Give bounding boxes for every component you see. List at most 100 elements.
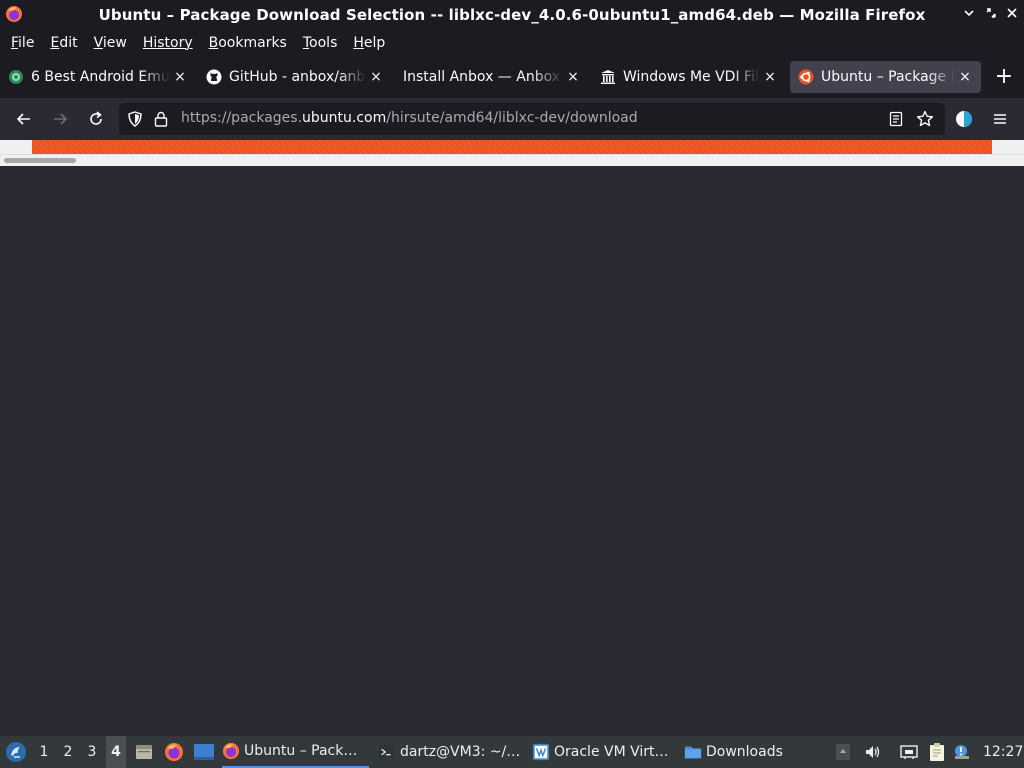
page-content	[0, 140, 1024, 736]
minimize-icon	[964, 10, 974, 17]
file-manager-icon	[136, 745, 152, 759]
speaker-icon	[866, 746, 880, 758]
task-terminal[interactable]: dartz@VM3: ~/…	[378, 736, 523, 768]
clock[interactable]: 12:27	[983, 736, 1023, 768]
reload-button[interactable]	[84, 107, 108, 131]
github-favicon	[206, 69, 222, 85]
start-menu-button[interactable]	[4, 736, 28, 768]
menu-help-mnemonic: H	[353, 35, 364, 51]
maximize-icon	[986, 8, 996, 18]
menu-view[interactable]: View	[86, 32, 135, 54]
tab-install-anbox[interactable]: Install Anbox — Anbox documentation ×	[403, 61, 581, 93]
desktop-icon	[194, 744, 214, 760]
tracking-protection-shield-icon[interactable]	[127, 111, 143, 127]
tab-label: GitHub - anbox/anbox	[229, 69, 366, 85]
lock-icon[interactable]	[154, 111, 168, 127]
new-tab-button[interactable]: +	[993, 64, 1015, 90]
ubuntu-header-strip	[0, 140, 1024, 154]
workspace-4[interactable]: 4	[106, 736, 126, 768]
tab-android-emulators[interactable]: 6 Best Android Emulators ×	[8, 61, 188, 93]
taskbar: 1 2 3 4 Ubuntu – Pack… dartz@VM3: ~/… Or…	[0, 736, 1024, 768]
close-icon	[1007, 8, 1017, 18]
dark-reader-icon	[956, 111, 972, 127]
task-firefox[interactable]: Ubuntu – Pack…	[222, 736, 369, 768]
scrollbar-thumb[interactable]	[4, 158, 76, 163]
hamburger-menu-icon	[994, 114, 1006, 124]
reload-icon	[90, 111, 102, 125]
window-titlebar[interactable]: Ubuntu – Package Download Selection -- l…	[0, 0, 1024, 30]
tab-close-icon[interactable]: ×	[565, 69, 581, 85]
tab-windows-me-vdi[interactable]: Windows Me VDI File ×	[600, 61, 778, 93]
launcher-show-desktop[interactable]	[192, 736, 216, 768]
tab-close-icon[interactable]: ×	[368, 69, 384, 85]
task-downloads-folder[interactable]: Downloads	[684, 736, 804, 768]
forward-arrow-icon	[54, 113, 68, 125]
task-label: Oracle VM Virt…	[554, 744, 669, 760]
network-button[interactable]	[898, 736, 920, 768]
archive-favicon	[601, 70, 615, 84]
task-label: Ubuntu – Pack…	[244, 743, 358, 759]
virtualbox-icon	[532, 743, 550, 761]
updates-button[interactable]	[952, 736, 972, 768]
menu-bookmarks-mnemonic: B	[208, 35, 219, 51]
workspace-2[interactable]: 2	[58, 736, 78, 768]
menu-bookmarks-label: ookmarks	[218, 35, 287, 51]
close-window-button[interactable]	[1005, 6, 1019, 20]
workspace-1[interactable]: 1	[34, 736, 54, 768]
menu-bookmarks[interactable]: Bookmarks	[201, 32, 295, 54]
ubuntu-favicon	[798, 69, 814, 85]
tab-close-icon[interactable]: ×	[957, 69, 973, 85]
url-path: /hirsute/amd64/liblxc-dev/download	[386, 110, 638, 126]
launcher-firefox[interactable]	[163, 736, 185, 768]
tab-github-anbox[interactable]: GitHub - anbox/anbox ×	[206, 61, 384, 93]
forward-button[interactable]	[48, 107, 72, 131]
tab-label: Windows Me VDI File	[623, 69, 760, 85]
menu-help-label: elp	[363, 35, 386, 51]
ubuntu-orange-banner	[32, 140, 992, 154]
maximize-button[interactable]	[984, 6, 998, 20]
android-favicon	[9, 70, 23, 84]
tray-arrow-icon	[836, 744, 850, 760]
url-text[interactable]: https://packages.ubuntu.com/hirsute/amd6…	[181, 110, 638, 126]
menu-history-label: History	[142, 35, 193, 51]
menu-tools[interactable]: Tools	[295, 32, 346, 54]
menu-edit[interactable]: Edit	[42, 32, 85, 54]
terminal-icon	[378, 744, 396, 760]
url-bar[interactable]: https://packages.ubuntu.com/hirsute/amd6…	[119, 103, 945, 135]
tab-close-icon[interactable]: ×	[762, 69, 778, 85]
extension-button[interactable]	[952, 107, 976, 131]
launcher-files[interactable]	[133, 736, 155, 768]
whisker-menu-icon	[6, 742, 26, 762]
workspace-3[interactable]: 3	[82, 736, 102, 768]
network-wired-icon	[900, 745, 918, 759]
tab-label: 6 Best Android Emulators	[31, 69, 170, 85]
menu-file[interactable]: File	[3, 32, 42, 54]
task-label: dartz@VM3: ~/…	[400, 744, 521, 760]
folder-icon	[684, 746, 702, 759]
tab-ubuntu-package-download[interactable]: Ubuntu – Package Download ×	[790, 61, 981, 93]
menu-file-label: ile	[18, 35, 35, 51]
task-virtualbox[interactable]: Oracle VM Virt…	[532, 736, 676, 768]
clipboard-button[interactable]	[926, 736, 948, 768]
minimize-button[interactable]	[962, 6, 976, 20]
volume-button[interactable]	[862, 736, 884, 768]
reader-view-icon[interactable]	[889, 111, 903, 127]
tab-label: Install Anbox — Anbox documentation	[403, 69, 563, 85]
window-title: Ubuntu – Package Download Selection -- l…	[98, 6, 926, 24]
menu-tools-label: ools	[309, 35, 338, 51]
bookmark-star-icon[interactable]	[916, 110, 934, 128]
firefox-icon	[222, 742, 240, 760]
menu-view-mnemonic: V	[93, 35, 103, 51]
app-menu-button[interactable]	[988, 107, 1012, 131]
tray-scroll-button[interactable]	[834, 736, 852, 768]
update-notification-icon	[955, 745, 969, 759]
menu-history[interactable]: History	[135, 32, 201, 54]
tab-label: Ubuntu – Package Download	[821, 69, 955, 85]
menu-help[interactable]: Help	[345, 32, 393, 54]
task-label: Downloads	[706, 744, 783, 760]
menu-bar: File Edit View History Bookmarks Tools H…	[0, 30, 1024, 56]
horizontal-scrollbar[interactable]	[0, 154, 1024, 166]
tab-close-icon[interactable]: ×	[172, 69, 188, 85]
back-button[interactable]	[12, 107, 36, 131]
menu-view-label: iew	[102, 35, 127, 51]
